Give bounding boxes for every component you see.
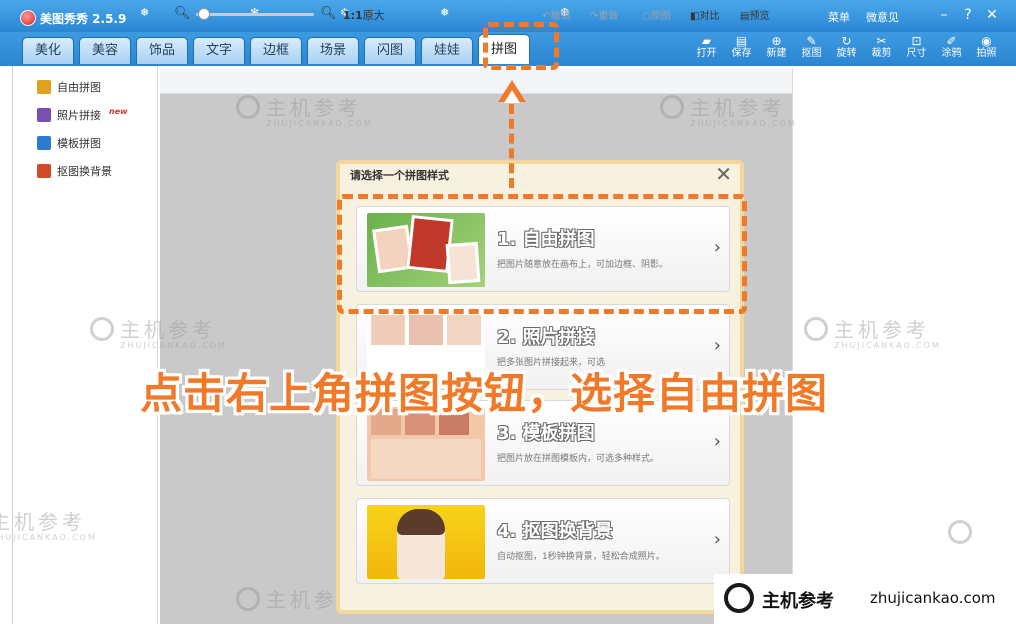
sidebar-item-cutout-bg[interactable]: 抠图换背景 (37, 162, 112, 180)
tab-flash[interactable]: 闪图 (364, 37, 416, 64)
brand-url: zhujicankao.com (870, 589, 996, 607)
save-icon: ▤ (735, 34, 748, 48)
tab-border[interactable]: 边框 (250, 37, 302, 64)
main-tabs: 美化 美容 饰品 文字 边框 场景 闪图 娃娃 拼图 (22, 34, 530, 64)
free-puzzle-highlight (337, 194, 747, 314)
crop-icon: ✂ (876, 34, 887, 48)
open-button[interactable]: ▰ 打开 (692, 34, 721, 60)
folder-icon: ▰ (701, 34, 712, 48)
resize-button[interactable]: ⊡ 尺寸 (902, 34, 931, 60)
watermark-logo-icon (90, 316, 114, 341)
option-title: 4. 抠图换背景 (497, 521, 613, 542)
rotate-button[interactable]: ↻ 旋转 (832, 34, 861, 60)
new-icon: ⊕ (771, 34, 782, 48)
brand-logo-icon (724, 583, 754, 613)
zoom-out-icon[interactable]: 🔍︎ (174, 6, 191, 21)
option-desc: 自动抠图，1秒钟换背景，轻松合成照片。 (497, 552, 665, 562)
tab-scene[interactable]: 场景 (307, 37, 359, 64)
instruction-caption: 点击右上角拼图按钮，选择自由拼图 (140, 369, 829, 418)
zoom-ratio[interactable]: 1:1原大 (343, 7, 385, 23)
watermark-logo-icon (948, 520, 972, 544)
watermark-logo-icon (236, 586, 260, 611)
option-title: 3. 模板拼图 (497, 423, 595, 444)
feedback-link[interactable]: 微意见 (866, 9, 899, 25)
option-desc: 把图片放在拼图模板内，可选多种样式。 (497, 454, 660, 464)
sidebar-item-free-puzzle[interactable]: 自由拼图 (37, 78, 101, 96)
top-links: 菜单 微意见 (828, 9, 899, 25)
watermark: 主机参考ZHUJICANKAO.COM (90, 314, 227, 350)
cutout-background-thumbnail (367, 505, 485, 579)
save-button[interactable]: ▤ 保存 (727, 34, 756, 60)
cutout-icon: ✎ (806, 34, 817, 48)
watermark: 主机参考ZHUJICANKAO.COM (236, 92, 373, 128)
pointer-arrow-shaft (509, 104, 514, 188)
crop-button[interactable]: ✂ 裁剪 (867, 34, 896, 60)
camera-button[interactable]: ◉ 拍照 (972, 34, 1001, 60)
original-button[interactable]: ○原图 (642, 7, 671, 22)
watermark: 主机参考ZHUJICANKAO.COM (0, 510, 97, 542)
canvas-toolbar (160, 68, 792, 94)
sidebar-item-label: 模板拼图 (57, 137, 101, 150)
redo-button[interactable]: ↷重做 (590, 7, 618, 22)
help-button[interactable]: ? (958, 5, 978, 25)
undo-button[interactable]: ↶撤销 (542, 7, 570, 22)
brand-name: 主机参考 (762, 591, 834, 612)
app-title: 美图秀秀 2.5.9 (40, 12, 127, 26)
close-button[interactable]: ✕ (982, 5, 1002, 25)
toolbar: ▰ 打开 ▤ 保存 ⊕ 新建 ✎ 抠图 ↻ 旋转 ✂ 裁剪 ⊡ 尺寸 ✐ 涂鸦 ◉ 拍照 (692, 34, 1001, 60)
zoom-in-icon[interactable]: 🔍︎ (320, 6, 337, 21)
cutout-bg-icon (37, 164, 51, 178)
minimize-button[interactable]: – (934, 5, 954, 25)
tab-beauty[interactable]: 美容 (79, 37, 131, 64)
chevron-right-icon: › (713, 431, 721, 452)
watermark: 主机参考ZHUJICANKAO.COM (804, 314, 941, 350)
dialog-title: 请选择一个拼图样式 (350, 169, 449, 182)
menu-link[interactable]: 菜单 (828, 9, 850, 25)
tab-doll[interactable]: 娃娃 (421, 37, 473, 64)
sidebar-item-label: 照片拼接 (57, 109, 101, 122)
camera-icon: ◉ (981, 34, 992, 48)
watermark-logo-icon (660, 94, 684, 119)
up-arrow-inner (504, 90, 520, 103)
candy-decoration-icon: ❅ (440, 6, 450, 19)
zoom-slider[interactable] (196, 13, 314, 16)
photo-join-icon (37, 108, 51, 122)
tab-text[interactable]: 文字 (193, 37, 245, 64)
app-logo-icon (20, 10, 36, 26)
watermark (948, 520, 978, 544)
option-cutout-background[interactable]: 4. 抠图换背景 自动抠图，1秒钟换背景，轻松合成照片。 › (356, 498, 730, 584)
dialog-close-icon[interactable]: ✕ (715, 162, 732, 186)
sidebar-item-label: 抠图换背景 (57, 165, 112, 178)
free-puzzle-icon (37, 80, 51, 94)
chevron-right-icon: › (713, 529, 721, 550)
puzzle-tab-highlight (483, 22, 559, 70)
sidebar-item-template-puzzle[interactable]: 模板拼图 (37, 134, 101, 152)
rotate-icon: ↻ (841, 34, 852, 48)
app-window: 美图秀秀 2.5.9 ❅ ✻ ❄ ❅ ❆ 菜单 微意见 – ? ✕ 美化 美容 … (0, 0, 1016, 624)
sidebar-item-label: 自由拼图 (57, 81, 101, 94)
candy-decoration-icon: ❅ (140, 6, 150, 19)
cutout-button[interactable]: ✎ 抠图 (797, 34, 826, 60)
brush-icon: ✐ (946, 34, 957, 48)
new-button[interactable]: ⊕ 新建 (762, 34, 791, 60)
tab-beautify[interactable]: 美化 (22, 37, 74, 64)
watermark-logo-icon (804, 316, 828, 341)
brush-button[interactable]: ✐ 涂鸦 (937, 34, 966, 60)
watermark-logo-icon (236, 94, 260, 119)
tab-accessories[interactable]: 饰品 (136, 37, 188, 64)
option-title: 2. 照片拼接 (497, 327, 595, 348)
sidebar-item-photo-join[interactable]: 照片拼接 new (37, 106, 128, 124)
zoom-slider-handle[interactable] (198, 8, 210, 20)
chevron-right-icon: › (713, 335, 721, 356)
watermark: 主机参考ZHUJICANKAO.COM (660, 92, 797, 128)
template-puzzle-icon (37, 136, 51, 150)
resize-icon: ⊡ (911, 34, 922, 48)
brand-badge: 主机参考 zhujicankao.com (714, 574, 1016, 624)
preview-button[interactable]: ▤预览 (740, 7, 769, 22)
new-badge: new (109, 106, 128, 116)
compare-button[interactable]: ◧对比 (690, 7, 719, 22)
